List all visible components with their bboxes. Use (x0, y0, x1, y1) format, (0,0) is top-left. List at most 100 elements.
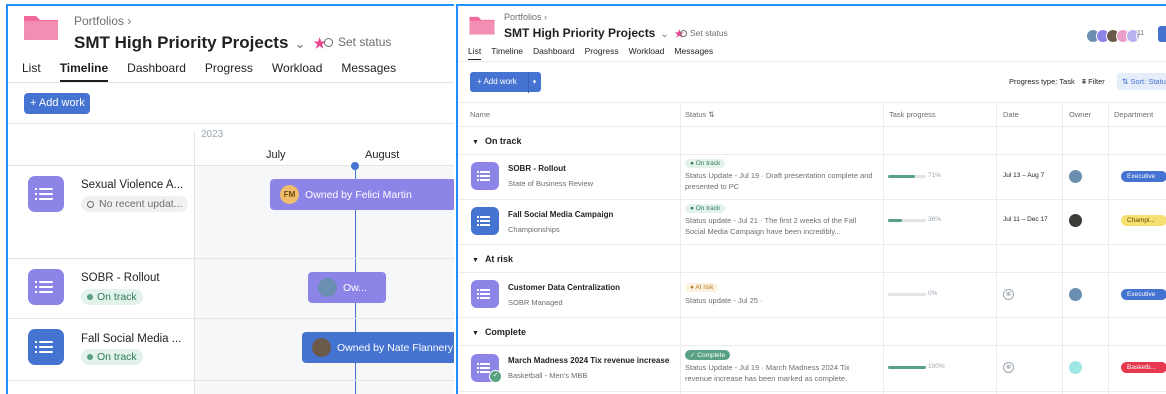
department-tag[interactable]: Executive (1121, 171, 1166, 182)
calendar-icon[interactable]: ▦ (1003, 362, 1014, 373)
row-divider (458, 317, 1166, 318)
status-update-text[interactable]: Status update - Jul 25 · (685, 295, 875, 306)
tab-dashboard[interactable]: Dashboard (127, 61, 186, 80)
section-header-on-track[interactable]: ▼ On track (472, 136, 521, 146)
section-header-complete[interactable]: ▼ Complete (472, 327, 526, 337)
project-name[interactable]: SOBR - Rollout (81, 272, 160, 284)
collapse-triangle-icon[interactable]: ▼ (472, 330, 479, 337)
row-divider (458, 272, 1166, 273)
tab-list[interactable]: List (22, 61, 41, 80)
project-list-icon (28, 329, 64, 365)
project-name[interactable]: Customer Data Centralization (508, 283, 620, 292)
add-work-button[interactable]: + Add work ▾ (470, 72, 541, 93)
owner-avatar[interactable] (1069, 361, 1082, 374)
sort-icon: ⇅ (1122, 77, 1129, 86)
share-button[interactable] (1158, 26, 1166, 42)
sort-label: Sort: Status (1130, 77, 1166, 86)
chevron-right-icon: › (127, 14, 132, 28)
column-header-date[interactable]: Date (1003, 110, 1019, 119)
project-portfolio: Basketball - Men's MBB (508, 371, 588, 380)
tab-workload[interactable]: Workload (629, 46, 665, 59)
column-header-status[interactable]: Status ⇅ (685, 110, 715, 119)
list-view-panel: Portfolios › SMT High Priority Projects ⌄… (456, 4, 1166, 394)
section-header-at-risk[interactable]: ▼ At risk (472, 254, 513, 264)
tabs-divider (458, 61, 1166, 62)
project-portfolio: State of Business Review (508, 179, 594, 188)
project-name[interactable]: Fall Social Media Campaign (508, 210, 613, 219)
project-list-icon (471, 207, 499, 235)
chevron-down-icon[interactable]: ▾ (528, 73, 540, 93)
view-tabs: List Timeline Dashboard Progress Workload Mes… (22, 61, 415, 82)
date-range[interactable]: Jul 11 – Dec 17 (1003, 216, 1048, 223)
add-work-button[interactable]: + Add work (24, 93, 90, 114)
row-divider (458, 391, 1166, 392)
status-badge: No recent updat... (81, 196, 189, 212)
set-status-button[interactable]: Set status (324, 35, 391, 49)
project-list-icon (471, 162, 499, 190)
status-circle-icon (680, 30, 687, 37)
tab-progress[interactable]: Progress (585, 46, 619, 59)
tab-list[interactable]: List (468, 46, 482, 60)
department-tag[interactable]: Champi... (1121, 215, 1166, 226)
owner-avatar[interactable] (1069, 288, 1082, 301)
header-bottom-divider (458, 126, 1166, 127)
project-name[interactable]: Sexual Violence A... (81, 179, 183, 191)
tab-progress[interactable]: Progress (205, 61, 253, 80)
breadcrumb[interactable]: Portfolios › (504, 12, 547, 22)
sort-button[interactable]: ⇅ Sort: Status (1117, 73, 1166, 90)
chevron-down-icon[interactable]: ⌄ (294, 36, 305, 51)
member-facepile[interactable]: 11 (1086, 27, 1150, 43)
tab-messages[interactable]: Messages (674, 46, 713, 59)
tab-dashboard[interactable]: Dashboard (533, 46, 575, 59)
collapse-triangle-icon[interactable]: ▼ (472, 257, 479, 264)
owner-avatar[interactable] (1069, 214, 1082, 227)
timeline-bar-label: Owned by Felici Martin (305, 188, 412, 201)
breadcrumb[interactable]: Portfolios › (74, 14, 131, 28)
column-header-status-label: Status (685, 110, 707, 119)
portfolio-folder-icon (24, 16, 58, 40)
column-header-name[interactable]: Name (470, 110, 490, 119)
timeline-bar[interactable]: FM Owned by Felici Martin (270, 179, 454, 210)
progress-bar-fill (888, 366, 926, 369)
section-title: Complete (484, 327, 526, 337)
view-tabs: List Timeline Dashboard Progress Workload Mes… (468, 46, 723, 60)
date-range[interactable]: Jul 13 – Aug 7 (1003, 172, 1044, 179)
filter-button[interactable]: ⩩ Filter (1082, 77, 1105, 87)
tab-workload[interactable]: Workload (272, 61, 322, 80)
timeline-bar[interactable]: Ow... (308, 272, 386, 303)
timeline-bar[interactable]: Owned by Nate Flannery (302, 332, 454, 363)
section-title: At risk (484, 254, 513, 264)
department-tag[interactable]: Basketb... (1121, 362, 1166, 373)
project-portfolio: Championships (508, 225, 560, 234)
status-badge-label: On track (97, 351, 137, 363)
page-title: SMT High Priority Projects ⌄ ★ (504, 26, 684, 40)
tab-timeline[interactable]: Timeline (491, 46, 523, 59)
project-list-icon (471, 280, 499, 308)
column-header-owner[interactable]: Owner (1069, 110, 1091, 119)
tab-messages[interactable]: Messages (341, 61, 396, 80)
column-header-department[interactable]: Department (1114, 110, 1153, 119)
progress-bar-fill (888, 219, 902, 222)
status-badge-label: On track (695, 205, 721, 212)
progress-type-button[interactable]: Progress type: Task (1009, 77, 1075, 86)
collapse-triangle-icon[interactable]: ▼ (472, 139, 479, 146)
set-status-label: Set status (338, 35, 392, 49)
project-name[interactable]: Fall Social Media ... (81, 333, 181, 345)
chevron-down-icon[interactable]: ⌄ (660, 29, 668, 40)
owner-avatar[interactable] (1069, 170, 1082, 183)
status-update-text[interactable]: Status Update - Jul 19 · Draft presentat… (685, 170, 875, 192)
project-name[interactable]: SOBR - Rollout (508, 164, 566, 173)
status-update-text[interactable]: Status update - Jul 21 · The first 2 wee… (685, 215, 875, 237)
progress-bar-fill (888, 175, 915, 178)
column-header-task-progress[interactable]: Task progress (889, 110, 936, 119)
today-marker-dot (351, 162, 359, 170)
tab-timeline[interactable]: Timeline (59, 61, 109, 82)
set-status-button[interactable]: Set status (680, 28, 728, 38)
status-update-text[interactable]: Status Update - Jul 19 · March Madness 2… (685, 362, 875, 384)
avatar (318, 278, 337, 297)
column-divider (1108, 102, 1109, 394)
page-title: SMT High Priority Projects ⌄ ★ (74, 33, 326, 53)
project-name[interactable]: March Madness 2024 Tix revenue increase (508, 356, 669, 365)
calendar-icon[interactable]: ▦ (1003, 289, 1014, 300)
department-tag[interactable]: Executive (1121, 289, 1166, 300)
